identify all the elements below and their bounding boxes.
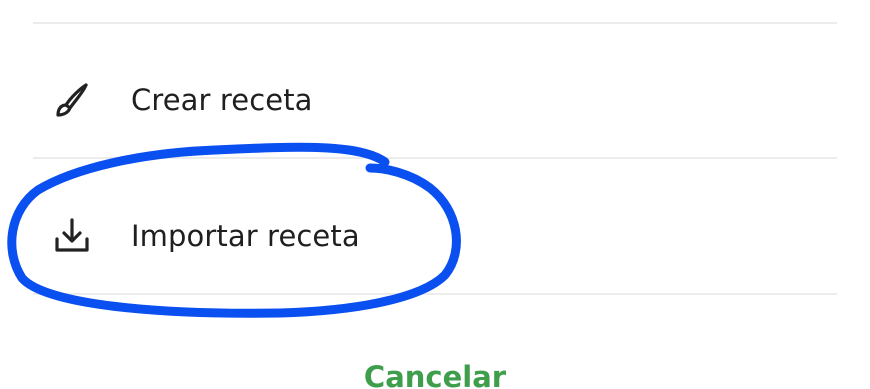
menu-item-label: Importar receta bbox=[131, 219, 360, 253]
menu-item-importar-receta[interactable]: Importar receta bbox=[33, 169, 837, 303]
menu-item-crear-receta[interactable]: Crear receta bbox=[33, 33, 837, 167]
menu-item-label: Crear receta bbox=[131, 83, 313, 117]
divider-top bbox=[33, 22, 837, 24]
divider-middle bbox=[33, 157, 837, 159]
brush-icon bbox=[56, 83, 88, 117]
download-icon bbox=[55, 218, 89, 252]
cancel-button[interactable]: Cancelar bbox=[0, 360, 870, 389]
bottom-sheet: Crear receta Importar receta Cancelar bbox=[0, 0, 870, 389]
divider-bottom bbox=[33, 293, 837, 295]
